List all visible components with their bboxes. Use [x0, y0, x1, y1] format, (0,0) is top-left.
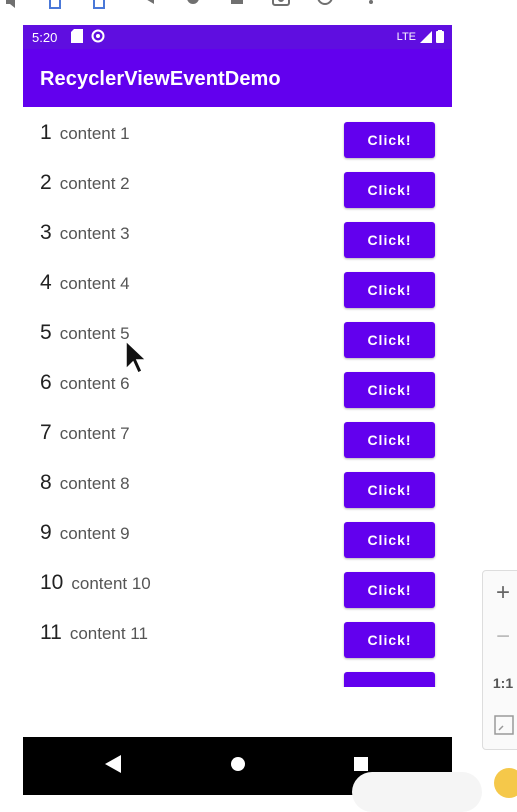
- list-item[interactable]: 11 content 11 Click!: [23, 615, 452, 665]
- item-number: 9: [40, 521, 52, 544]
- flower-icon: [494, 768, 517, 798]
- list-item[interactable]: 8 content 8 Click!: [23, 465, 452, 515]
- list-item[interactable]: 10 content 10 Click!: [23, 565, 452, 615]
- sd-card-icon: [71, 29, 83, 43]
- item-content: content 7: [59, 424, 130, 443]
- item-content: content 9: [59, 524, 130, 543]
- back-icon[interactable]: [140, 0, 158, 10]
- volume-icon[interactable]: [4, 0, 22, 10]
- home-icon[interactable]: [184, 0, 202, 10]
- nav-home-icon[interactable]: [230, 755, 246, 773]
- emulator-zoom-panel: + − 1:1: [482, 570, 517, 750]
- list-item[interactable]: 2 content 2 Click!: [23, 165, 452, 215]
- item-number: 1: [40, 121, 52, 144]
- item-number: 2: [40, 171, 52, 194]
- overview-icon[interactable]: [228, 0, 246, 10]
- rotate-left-icon[interactable]: [46, 0, 64, 10]
- click-button[interactable]: Click!: [344, 322, 435, 358]
- item-number: 7: [40, 421, 52, 444]
- item-content: content 5: [59, 324, 130, 343]
- item-content: content 4: [59, 274, 130, 293]
- item-number: 3: [40, 221, 52, 244]
- list-item[interactable]: 5 content 5 Click!: [23, 315, 452, 365]
- click-button-partial[interactable]: [344, 672, 435, 687]
- list-item-partial: [23, 665, 452, 687]
- item-content: content 6: [59, 374, 130, 393]
- fit-screen-icon[interactable]: [494, 715, 514, 735]
- click-button[interactable]: Click!: [344, 522, 435, 558]
- item-number: 4: [40, 271, 52, 294]
- item-content: content 2: [59, 174, 130, 193]
- zoom-icon[interactable]: [316, 0, 334, 10]
- click-button[interactable]: Click!: [344, 272, 435, 308]
- zoom-out-button[interactable]: −: [483, 623, 517, 651]
- item-content: content 8: [59, 474, 130, 493]
- list-item[interactable]: 9 content 9 Click!: [23, 515, 452, 565]
- click-button[interactable]: Click!: [344, 622, 435, 658]
- rotate-right-icon[interactable]: [90, 0, 108, 10]
- status-bar: 5:20 LTE: [23, 25, 452, 49]
- battery-icon: [436, 30, 444, 43]
- list-item[interactable]: 7 content 7 Click!: [23, 415, 452, 465]
- zoom-in-button[interactable]: +: [483, 579, 517, 607]
- click-button[interactable]: Click!: [344, 572, 435, 608]
- mouse-cursor-icon: [125, 340, 147, 374]
- item-content: content 3: [59, 224, 130, 243]
- app-title: RecyclerViewEventDemo: [40, 68, 281, 90]
- more-icon[interactable]: [362, 0, 380, 10]
- list-item[interactable]: 4 content 4 Click!: [23, 265, 452, 315]
- recycler-view[interactable]: 1 content 1 Click! 2 content 2 Click! 3 content…: [23, 115, 452, 687]
- click-button[interactable]: Click!: [344, 472, 435, 508]
- nav-recents-icon[interactable]: [353, 755, 369, 773]
- signal-icon: [420, 30, 432, 43]
- click-button[interactable]: Click!: [344, 222, 435, 258]
- status-time: 5:20: [32, 30, 58, 45]
- phone-screen: 5:20 LTE RecyclerViewEventDemo 1 content …: [23, 25, 452, 795]
- list-item[interactable]: 1 content 1 Click!: [23, 115, 452, 165]
- item-content: content 1: [59, 124, 130, 143]
- network-type: LTE: [396, 30, 416, 43]
- item-number: 5: [40, 321, 52, 344]
- list-item[interactable]: 3 content 3 Click!: [23, 215, 452, 265]
- item-content: content 10: [71, 574, 151, 593]
- click-button[interactable]: Click!: [344, 122, 435, 158]
- item-number: 8: [40, 471, 52, 494]
- click-button[interactable]: Click!: [344, 422, 435, 458]
- sync-icon: [91, 29, 105, 43]
- emulator-toolbar: [0, 0, 517, 14]
- item-content: content 11: [69, 624, 148, 643]
- nav-back-icon[interactable]: [105, 755, 121, 773]
- actual-size-button[interactable]: 1:1: [483, 675, 517, 691]
- screenshot-icon[interactable]: [272, 0, 290, 10]
- item-number: 11: [40, 621, 62, 644]
- item-number: 6: [40, 371, 52, 394]
- floating-widget: [352, 772, 482, 812]
- click-button[interactable]: Click!: [344, 172, 435, 208]
- app-bar: RecyclerViewEventDemo: [23, 49, 452, 107]
- click-button[interactable]: Click!: [344, 372, 435, 408]
- list-item[interactable]: 6 content 6 Click!: [23, 365, 452, 415]
- item-number: 10: [40, 571, 64, 594]
